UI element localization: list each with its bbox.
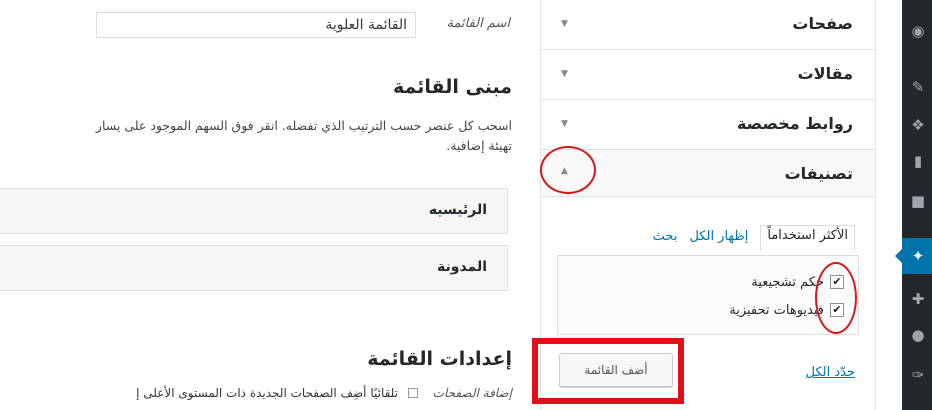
- categories-checklist: ✔ حكم تشجيعية ✔ فيديوهات تحفيزية: [557, 255, 859, 335]
- accordion-section-title: مقالات: [797, 64, 853, 83]
- menu-structure-title: مبنى القائمة: [393, 76, 512, 98]
- auto-add-pages-row: إضافة الصفحات تلقائيًا أضِف الصفحات الجد…: [0, 384, 540, 406]
- menu-item-label: الرئيسيه: [428, 202, 487, 218]
- menu-name-input[interactable]: [96, 12, 416, 38]
- checklist-label: حكم تشجيعية: [751, 274, 824, 290]
- tools-icon[interactable]: ✑: [909, 366, 927, 384]
- tab-search[interactable]: بحث: [653, 229, 678, 251]
- caret-down-icon: ▼: [561, 69, 568, 79]
- appearance-icon: ✦: [911, 247, 925, 265]
- auto-add-pages-label: إضافة الصفحات: [432, 386, 512, 400]
- menu-editor-main: اسم القائمة مبنى القائمة اسحب كل عنصر حس…: [0, 0, 540, 410]
- auto-add-pages-checkbox[interactable]: [408, 388, 418, 398]
- pages-icon[interactable]: ▮: [909, 152, 927, 170]
- menu-name-label: اسم القائمة: [446, 16, 510, 31]
- accordion-section-custom-links[interactable]: روابط مخصصة ▼: [541, 100, 875, 150]
- annotation-rect-add-button: [532, 338, 684, 404]
- accordion-section-pages[interactable]: صفحات ▼: [541, 0, 875, 50]
- tab-view-all[interactable]: إظهار الكل: [689, 229, 748, 251]
- accordion-section-title: روابط مخصصة: [736, 114, 853, 133]
- categories-tabs: الأكثر استخداماً إظهار الكل بحث: [653, 225, 855, 251]
- select-all-link[interactable]: حدّد الكل: [806, 365, 855, 380]
- menu-structure-description-line1: اسحب كل عنصر حسب الترتيب الذي تفضله. انق…: [95, 118, 512, 133]
- menu-item-home[interactable]: الرئيسيه: [0, 188, 508, 234]
- accordion-section-title: صفحات: [792, 14, 853, 33]
- media-icon[interactable]: ❖: [909, 116, 927, 134]
- menu-settings-title: إعدادات القائمة: [367, 348, 512, 370]
- caret-down-icon: ▼: [561, 119, 568, 129]
- comments-icon[interactable]: ■: [909, 192, 927, 210]
- auto-add-pages-text: تلقائيًا أضِف الصفحات الجديدة ذات المستو…: [136, 386, 398, 400]
- menu-name-row: اسم القائمة: [0, 0, 540, 42]
- admin-sidebar: ◉ ✎ ❖ ▮ ■ ✦ ✚ ● ✑: [895, 0, 932, 410]
- menu-structure-description-line2: تهيئة إضافية.: [446, 138, 512, 153]
- plugins-icon[interactable]: ✚: [909, 290, 927, 308]
- annotation-circle-checkboxes: [815, 262, 857, 334]
- annotation-circle-caret: [540, 146, 596, 194]
- menu-item-blog[interactable]: المدونة: [0, 245, 508, 291]
- accordion-section-posts[interactable]: مقالات ▼: [541, 50, 875, 100]
- menu-structure-description: اسحب كل عنصر حسب الترتيب الذي تفضله. انق…: [2, 116, 512, 156]
- active-indicator: [895, 248, 903, 264]
- pin-icon[interactable]: ✎: [909, 78, 927, 96]
- accordion-section-title: تصنيفات: [784, 164, 853, 183]
- dashboard-icon[interactable]: ◉: [909, 22, 927, 40]
- tab-most-used[interactable]: الأكثر استخداماً: [760, 225, 855, 251]
- caret-down-icon: ▼: [561, 19, 568, 29]
- sidebar-item-appearance[interactable]: ✦: [902, 238, 932, 274]
- checklist-label: فيديوهات تحفيزية: [729, 302, 824, 318]
- menu-item-label: المدونة: [437, 259, 487, 275]
- users-icon[interactable]: ●: [909, 326, 927, 344]
